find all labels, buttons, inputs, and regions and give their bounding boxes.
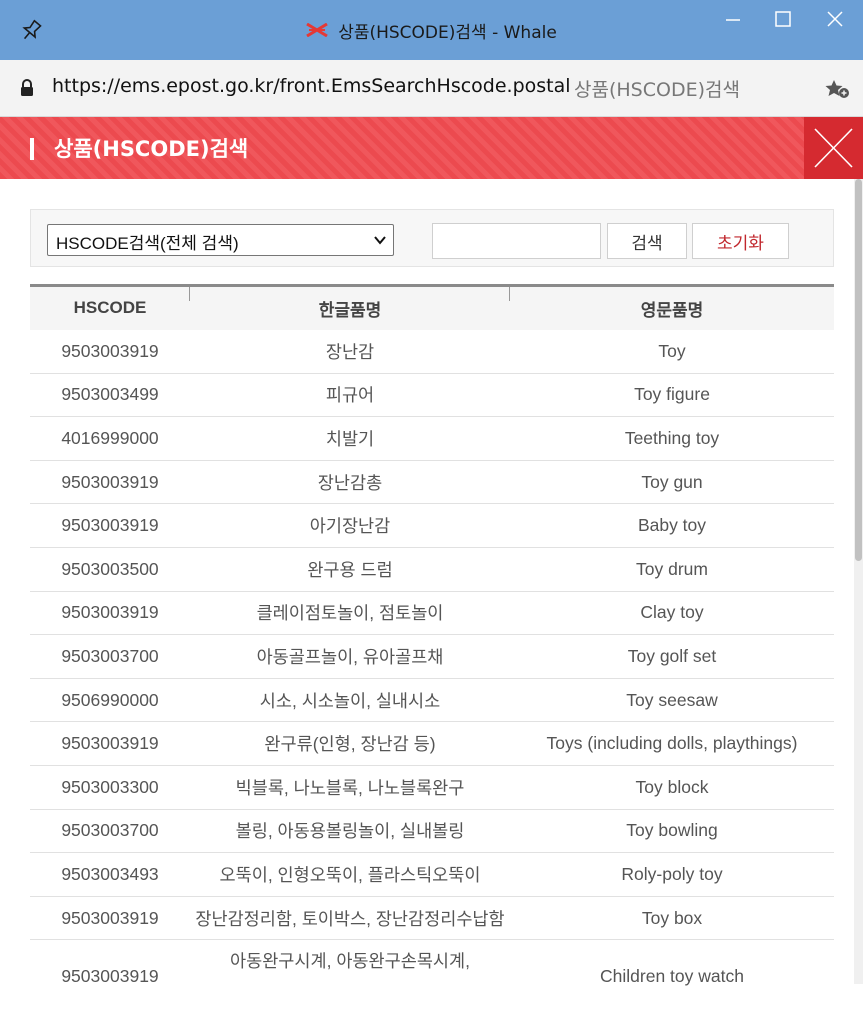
korean-name-cell: 피규어 (325, 385, 375, 406)
page-title: 상품(HSCODE)검색 (54, 137, 249, 161)
korean-name-cell: 시소, 시소놀이, 실내시소 (259, 690, 441, 711)
hscode-cell: 9503003919 (61, 340, 159, 361)
english-name-cell: Toy seesaw (626, 689, 718, 710)
table-row[interactable]: 9503003919 장난감 Toy (30, 330, 834, 374)
hscode-cell: 9503003493 (61, 863, 159, 884)
table-row[interactable]: 9503003919 아기장난감 Baby toy (30, 504, 834, 548)
scrollbar-thumb[interactable] (855, 179, 862, 561)
korean-name-cell: 치발기 (325, 428, 375, 449)
table-row[interactable]: 9503003499 피규어 Toy figure (30, 373, 834, 417)
search-panel: HSCODE검색(전체 검색) 검색 초기화 (30, 209, 834, 267)
english-name-cell: Baby toy (637, 515, 707, 536)
reset-button[interactable]: 초기화 (692, 223, 789, 259)
korean-name-cell: 빅블록, 나노블록, 나노블록완구 (235, 777, 465, 798)
hscode-cell: 9503003919 (61, 471, 159, 492)
hscode-cell: 9503003300 (61, 776, 159, 797)
english-name-cell: Roly-poly toy (621, 863, 723, 884)
hscode-cell: 9506990000 (61, 689, 159, 710)
hscode-cell: 9503003500 (61, 558, 159, 579)
search-button[interactable]: 검색 (607, 223, 687, 259)
korean-name-cell: 오뚝이, 인형오뚝이, 플라스틱오뚝이 (219, 864, 481, 885)
maximize-icon[interactable] (768, 8, 798, 32)
epost-logo-icon (306, 23, 328, 37)
window-close-icon[interactable] (820, 8, 850, 32)
bookmark-star-icon[interactable] (824, 78, 850, 100)
vertical-scrollbar[interactable] (854, 179, 863, 984)
lock-icon (21, 79, 33, 96)
column-header-korean-name: 한글품명 (190, 286, 510, 330)
hscode-cell: 9503003919 (61, 602, 159, 623)
table-row[interactable]: 9503003919 장난감정리함, 토이박스, 장난감정리수납함 Toy box (30, 896, 834, 940)
hscode-cell: 9503003700 (61, 645, 159, 666)
results-table: HSCODE 한글품명 영문품명 9503003919 장난감 Toy 9503003… (30, 284, 834, 1010)
english-name-cell: Toy gun (641, 471, 703, 492)
hscode-cell: 9503003919 (61, 907, 159, 928)
table-row[interactable]: 9503003919 클레이점토놀이, 점토놀이 Clay toy (30, 591, 834, 635)
english-name-cell: Toy bowling (626, 820, 718, 841)
table-row[interactable]: 9503003700 볼링, 아동용볼링놀이, 실내볼링 Toy bowling (30, 809, 834, 853)
search-type-select[interactable]: HSCODE검색(전체 검색) (47, 224, 394, 256)
url-text[interactable]: https://ems.epost.go.kr/front.EmsSearchH… (52, 75, 571, 97)
english-name-cell: Toys (including dolls, playthings) (546, 733, 798, 754)
hscode-cell: 4016999000 (61, 427, 159, 448)
table-row[interactable]: 9503003919 완구류(인형, 장난감 등) Toys (including … (30, 722, 834, 766)
table-row[interactable]: 9503003919 장난감총 Toy gun (30, 460, 834, 504)
english-name-cell: Toy box (641, 907, 703, 928)
hscode-cell: 9503003919 (61, 966, 159, 987)
table-row[interactable]: 4016999000 치발기 Teething toy (30, 417, 834, 461)
korean-name-cell: 볼링, 아동용볼링놀이, 실내볼링 (235, 821, 465, 842)
chevron-down-icon (374, 236, 386, 245)
table-row[interactable]: 9503003700 아동골프놀이, 유아골프채 Toy golf set (30, 635, 834, 679)
window-titlebar: 상품(HSCODE)검색 - Whale (0, 0, 863, 60)
hscode-cell: 9503003499 (61, 384, 159, 405)
korean-name-cell: 완구용 드럼 (307, 559, 393, 580)
english-name-cell: Toy drum (636, 558, 708, 579)
popup-close-button[interactable] (804, 117, 863, 179)
header-accent-bar (30, 138, 34, 160)
korean-name-cell: 장난감총 (317, 472, 383, 493)
table-row[interactable]: 9503003919 아동완구시계, 아동완구손목시계, Children toy … (30, 940, 834, 1010)
english-name-cell: Teething toy (624, 427, 720, 448)
url-page-title: 상품(HSCODE)검색 (574, 79, 740, 101)
korean-name-cell: 아동완구시계, 아동완구손목시계, (230, 951, 470, 972)
minimize-icon[interactable] (718, 8, 748, 32)
hscode-cell: 9503003700 (61, 820, 159, 841)
english-name-cell: Toy golf set (627, 645, 717, 666)
table-row[interactable]: 9503003500 완구용 드럼 Toy drum (30, 547, 834, 592)
page-header: 상품(HSCODE)검색 (0, 117, 863, 179)
column-header-hscode: HSCODE (30, 286, 190, 330)
korean-name-cell: 아동골프놀이, 유아골프채 (256, 646, 444, 667)
korean-name-cell: 클레이점토놀이, 점토놀이 (256, 603, 444, 624)
english-name-cell: Toy (658, 340, 686, 361)
korean-name-cell: 완구류(인형, 장난감 등) (264, 734, 436, 755)
table-row[interactable]: 9503003493 오뚝이, 인형오뚝이, 플라스틱오뚝이 Roly-poly t… (30, 853, 834, 897)
korean-name-cell: 장난감정리함, 토이박스, 장난감정리수납함 (195, 908, 505, 929)
hscode-cell: 9503003919 (61, 515, 159, 536)
english-name-cell: Toy block (635, 776, 709, 797)
table-row[interactable]: 9506990000 시소, 시소놀이, 실내시소 Toy seesaw (30, 678, 834, 722)
table-header-row: HSCODE 한글품명 영문품명 (30, 285, 834, 330)
search-type-value: HSCODE검색(전체 검색) (56, 234, 239, 253)
korean-name-cell: 장난감 (325, 341, 375, 362)
english-name-cell: Children toy watch (600, 966, 744, 987)
address-bar[interactable]: https://ems.epost.go.kr/front.EmsSearchH… (0, 60, 863, 117)
table-row[interactable]: 9503003300 빅블록, 나노블록, 나노블록완구 Toy block (30, 765, 834, 810)
korean-name-cell: 아기장난감 (309, 516, 391, 537)
column-header-english-name: 영문품명 (640, 300, 704, 320)
english-name-cell: Toy figure (634, 384, 710, 405)
english-name-cell: Clay toy (640, 602, 704, 623)
window-title: 상품(HSCODE)검색 - Whale (338, 22, 557, 43)
search-input[interactable] (432, 223, 601, 259)
hscode-cell: 9503003919 (61, 733, 159, 754)
close-icon (814, 128, 853, 168)
